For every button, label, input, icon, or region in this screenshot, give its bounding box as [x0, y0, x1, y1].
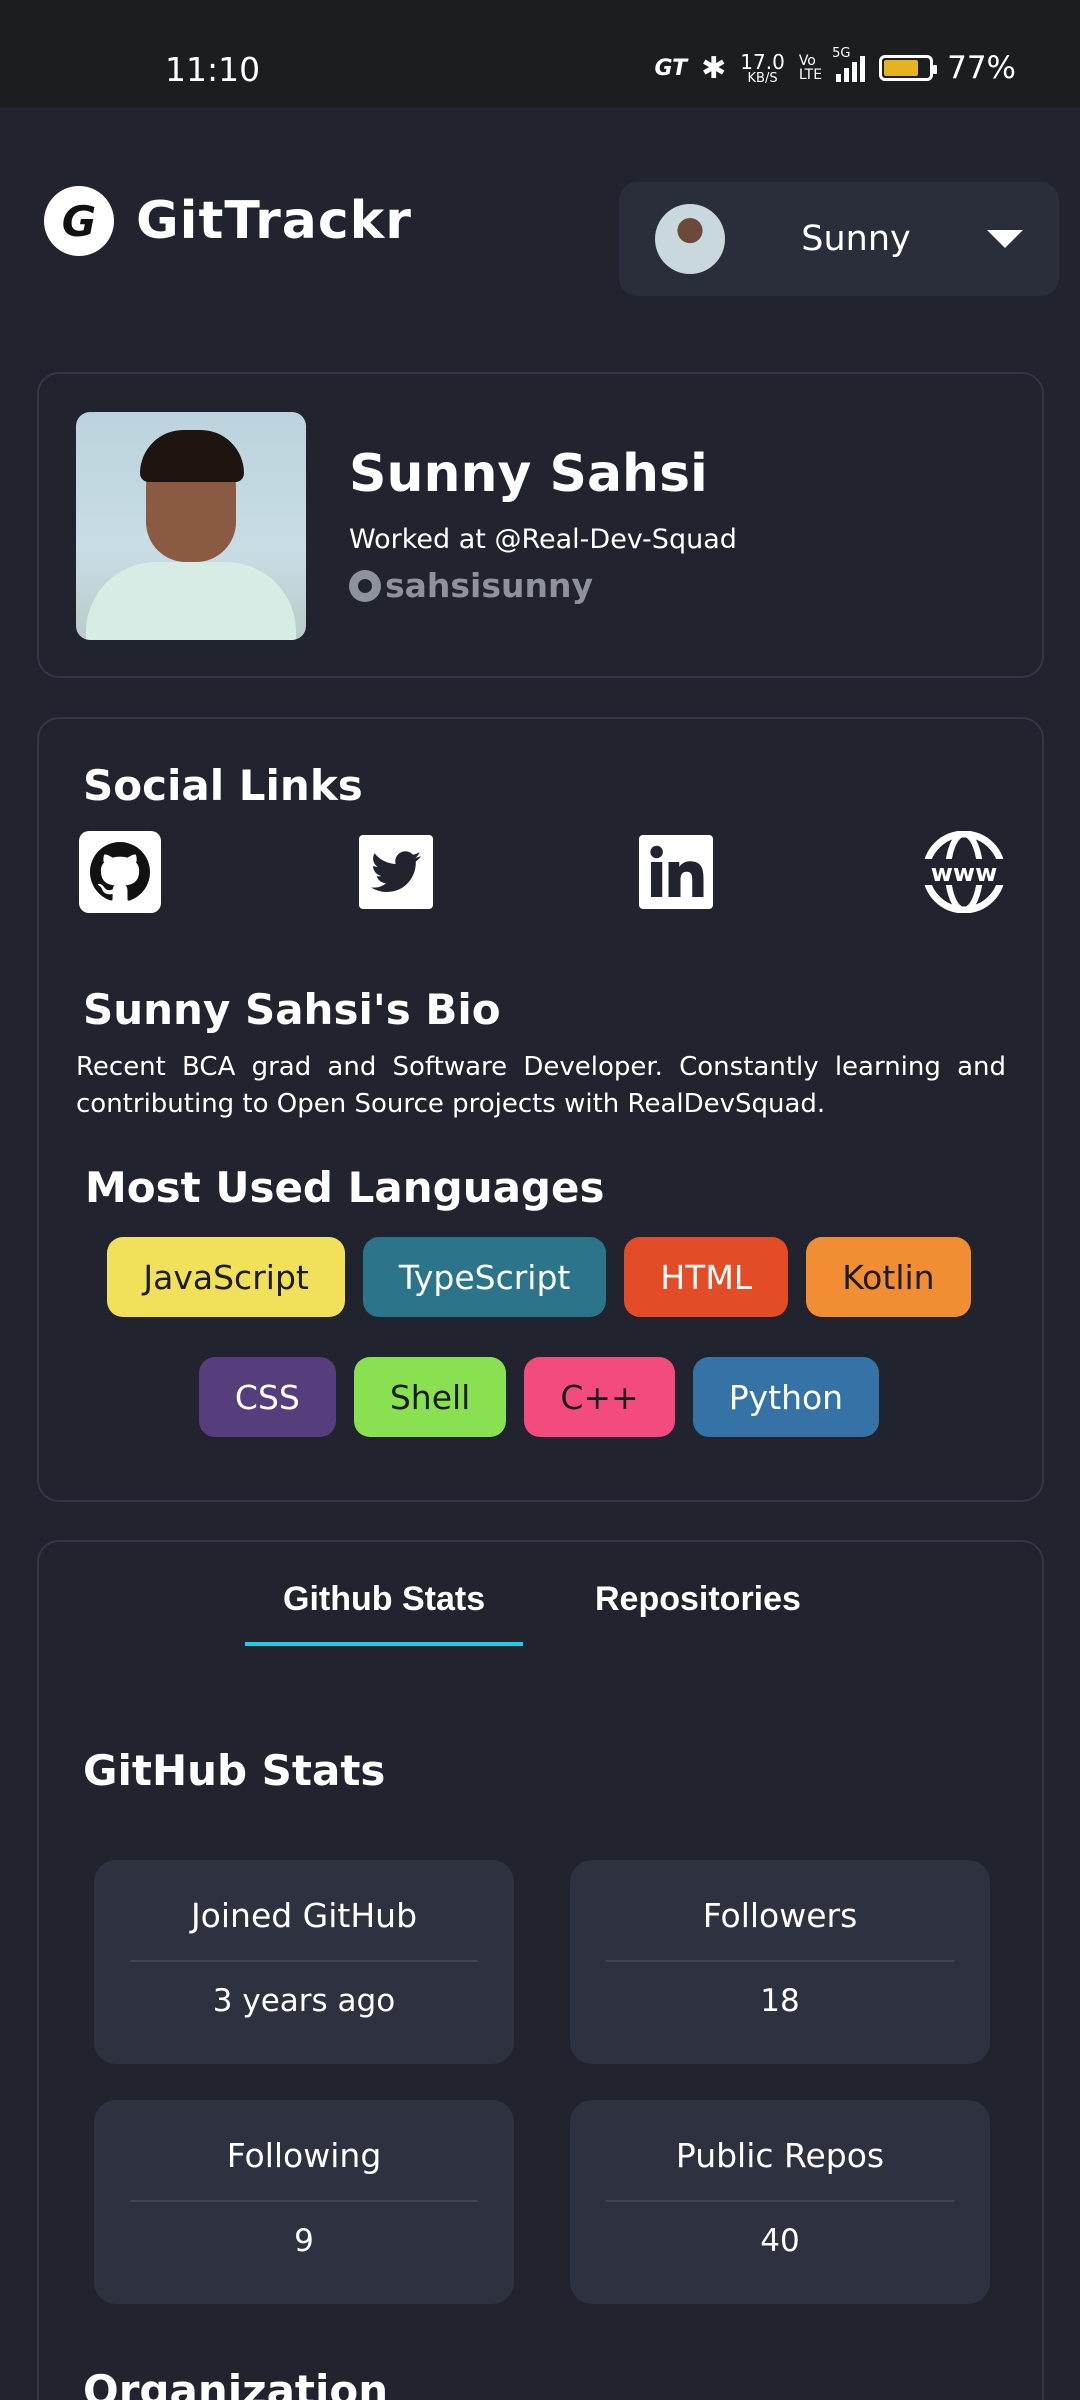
status-bar: 11:10 GT ✱ 17.0 KB/S Vo LTE 5G 77% — [0, 0, 1080, 107]
app-logo[interactable]: G GitTrackr — [44, 186, 412, 256]
language-chip: Shell — [353, 1357, 507, 1437]
languages-title: Most Used Languages — [85, 1163, 605, 1212]
signal-icon: 5G — [832, 46, 866, 82]
language-chip: CSS — [198, 1357, 336, 1437]
language-chip: Kotlin — [806, 1237, 971, 1317]
bio-title: Sunny Sahsi's Bio — [83, 985, 501, 1034]
stat-public-repos: Public Repos 40 — [570, 2100, 990, 2304]
gt-mode-icon: GT — [654, 55, 688, 81]
user-menu-dropdown[interactable]: Sunny — [619, 182, 1059, 296]
volte-icon: Vo LTE — [799, 54, 822, 82]
network-speed-value: 17.0 — [740, 49, 785, 74]
battery-icon — [879, 55, 938, 81]
about-card: Social Links www Sunny Sahsi's Bio Recen… — [37, 717, 1044, 1502]
chevron-down-icon — [987, 230, 1023, 248]
network-speed: 17.0 KB/S — [740, 52, 785, 85]
profile-handle-link[interactable]: sahsisunny — [349, 566, 593, 605]
divider — [606, 1960, 954, 1962]
app-name: GitTrackr — [136, 191, 412, 251]
stat-followers: Followers 18 — [570, 1860, 990, 2064]
organization-title: Organization — [83, 2366, 389, 2400]
network-type: 5G — [832, 46, 851, 61]
status-time: 11:10 — [165, 50, 261, 89]
language-chip: JavaScript — [107, 1237, 345, 1317]
volte-bottom: LTE — [798, 67, 823, 83]
stat-label: Joined GitHub — [190, 1896, 418, 1935]
language-chip: C++ — [524, 1357, 675, 1437]
stat-following: Following 9 — [94, 2100, 514, 2304]
github-icon — [349, 569, 381, 602]
stat-value: 9 — [294, 2223, 314, 2259]
stat-value: 3 years ago — [212, 1983, 396, 2019]
tab-repositories[interactable]: Repositories — [595, 1580, 801, 1619]
volte-top: Vo — [798, 53, 816, 69]
language-chip: Python — [692, 1357, 880, 1437]
active-tab-indicator — [245, 1642, 523, 1646]
stat-label: Public Repos — [675, 2136, 885, 2175]
github-icon[interactable] — [79, 831, 161, 913]
stat-value: 18 — [760, 1983, 800, 2019]
stat-label: Following — [226, 2136, 382, 2175]
app-logo-icon: G — [44, 186, 114, 256]
stat-joined: Joined GitHub 3 years ago — [94, 1860, 514, 2064]
divider — [130, 2200, 478, 2202]
divider — [606, 2200, 954, 2202]
profile-work: Worked at @Real-Dev-Squad — [349, 524, 737, 555]
stats-title: GitHub Stats — [83, 1746, 386, 1795]
bio-text: Recent BCA grad and Software Developer. … — [76, 1052, 1006, 1119]
battery-fill — [884, 60, 918, 76]
status-icons: GT ✱ 17.0 KB/S Vo LTE 5G 77% — [654, 46, 1016, 86]
stat-value: 40 — [760, 2223, 800, 2259]
divider — [130, 1960, 478, 1962]
profile-name: Sunny Sahsi — [349, 444, 708, 504]
language-chip: HTML — [624, 1237, 789, 1317]
social-links: www — [79, 831, 1007, 913]
languages-list: JavaScript TypeScript HTML Kotlin CSS Shell C+… — [99, 1237, 979, 1437]
tab-github-stats[interactable]: Github Stats — [283, 1580, 485, 1619]
stat-label: Followers — [702, 1896, 858, 1935]
profile-card: Sunny Sahsi Worked at @Real-Dev-Squad sa… — [37, 372, 1044, 678]
bluetooth-icon: ✱ — [701, 50, 727, 86]
battery-percent: 77% — [947, 50, 1016, 86]
profile-photo — [76, 412, 306, 640]
profile-handle: sahsisunny — [385, 566, 593, 605]
network-speed-unit: KB/S — [747, 70, 778, 86]
svg-text:www: www — [931, 859, 998, 887]
tab-bar: Github Stats Repositories — [39, 1542, 1042, 1652]
social-links-title: Social Links — [83, 761, 363, 810]
stats-card: Github Stats Repositories GitHub Stats J… — [37, 1540, 1044, 2400]
twitter-icon[interactable] — [359, 835, 433, 909]
website-icon[interactable]: www — [921, 831, 1007, 913]
language-chip: TypeScript — [362, 1237, 607, 1317]
user-menu-name: Sunny — [801, 219, 911, 259]
avatar — [655, 204, 725, 274]
linkedin-icon[interactable] — [639, 835, 713, 909]
